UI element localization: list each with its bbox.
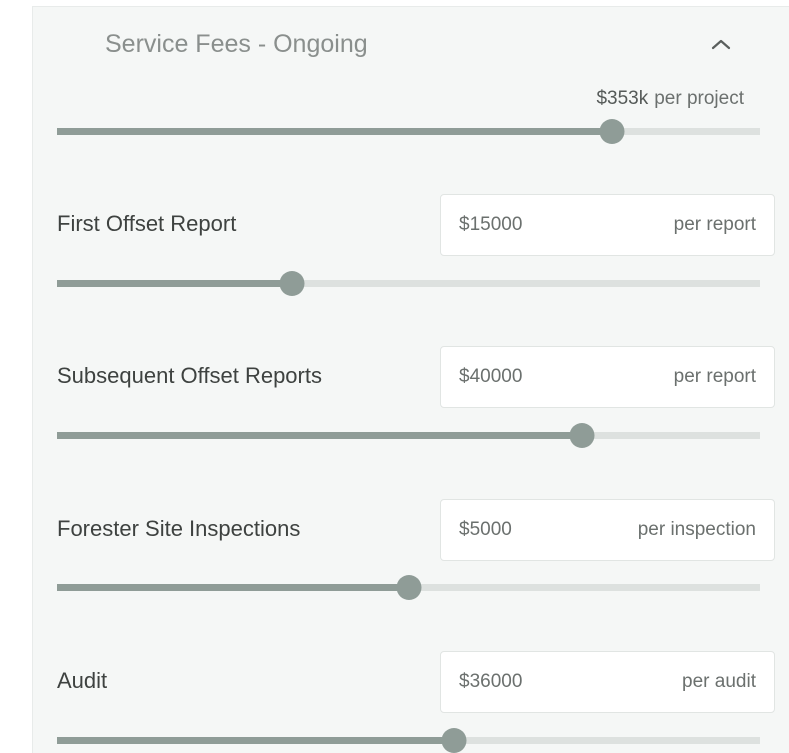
slider-thumb[interactable] xyxy=(599,119,625,144)
section-title[interactable]: Service Fees - Ongoing xyxy=(105,28,368,60)
total-slider[interactable] xyxy=(57,119,760,144)
field-label-forester-site-inspections: Forester Site Inspections xyxy=(57,516,301,541)
total-unit: per project xyxy=(654,88,744,109)
slider-thumb[interactable] xyxy=(396,575,421,600)
audit-input[interactable]: $36000 per audit xyxy=(440,651,775,713)
subsequent-offset-reports-slider[interactable] xyxy=(57,423,760,448)
total-value: $353k xyxy=(596,88,649,109)
first-offset-report-input[interactable]: $15000 per report xyxy=(440,194,775,256)
slider-fill xyxy=(57,737,455,744)
field-value: $15000 xyxy=(459,214,523,235)
slider-fill xyxy=(57,432,583,439)
field-label-first-offset-report: First Offset Report xyxy=(57,211,237,236)
forester-site-inspections-input[interactable]: $5000 per inspection xyxy=(440,499,775,561)
first-offset-report-slider[interactable] xyxy=(57,271,760,296)
field-unit: per audit xyxy=(682,671,756,692)
slider-thumb[interactable] xyxy=(441,728,467,753)
field-label-subsequent-offset-reports: Subsequent Offset Reports xyxy=(57,363,322,388)
slider-fill xyxy=(57,128,613,135)
chevron-up-icon[interactable] xyxy=(707,32,735,56)
field-label-audit: Audit xyxy=(57,668,108,693)
slider-thumb[interactable] xyxy=(279,271,305,296)
total-readout: $353k per project xyxy=(596,88,744,110)
field-unit: per inspection xyxy=(637,519,756,540)
slider-thumb[interactable] xyxy=(569,423,595,448)
field-unit: per report xyxy=(673,366,756,387)
subsequent-offset-reports-input[interactable]: $40000 per report xyxy=(440,346,775,408)
field-value: $5000 xyxy=(459,519,512,540)
forester-site-inspections-slider[interactable] xyxy=(57,575,760,600)
field-value: $40000 xyxy=(459,366,523,387)
field-unit: per report xyxy=(673,214,756,235)
slider-fill xyxy=(57,280,292,287)
audit-slider[interactable] xyxy=(57,728,760,753)
slider-fill xyxy=(57,584,409,591)
field-value: $36000 xyxy=(459,671,523,692)
